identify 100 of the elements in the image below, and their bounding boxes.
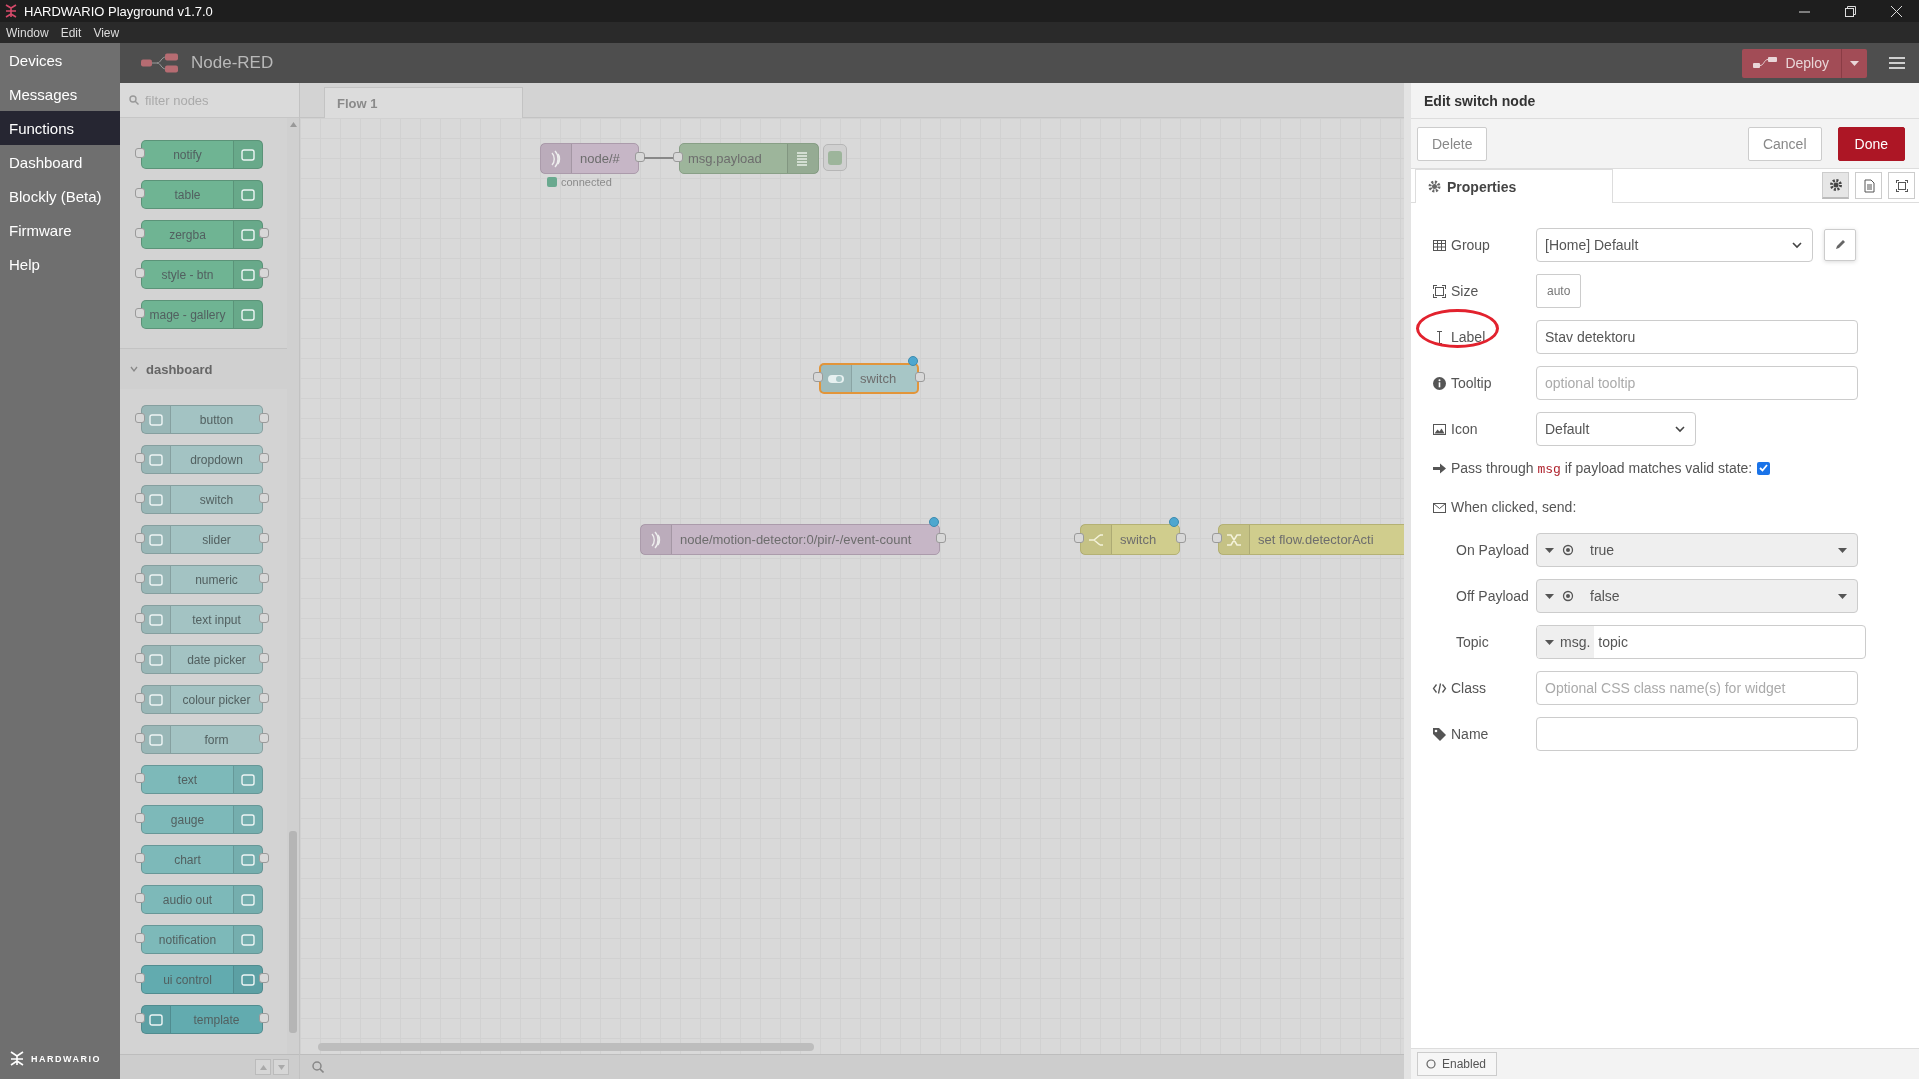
node-port[interactable] — [259, 533, 269, 543]
node-port[interactable] — [135, 853, 145, 863]
node-port[interactable] — [915, 372, 925, 382]
debug-toggle-button[interactable] — [823, 144, 847, 171]
palette-node[interactable]: date picker — [141, 645, 263, 674]
node-port[interactable] — [259, 1013, 269, 1023]
menu-item[interactable]: Window — [6, 25, 49, 40]
palette-node[interactable]: button — [141, 405, 263, 434]
palette-node[interactable]: zergba — [141, 220, 263, 249]
flow-tab[interactable]: Flow 1 — [324, 87, 523, 118]
close-icon[interactable] — [1890, 5, 1902, 17]
sidebar-item[interactable]: Dashboard — [0, 145, 120, 179]
node-port[interactable] — [135, 148, 145, 158]
collapse-button[interactable] — [255, 1059, 271, 1075]
flow-node[interactable]: msg.payload — [679, 143, 819, 174]
palette-node[interactable]: colour picker — [141, 685, 263, 714]
node-port[interactable] — [135, 733, 145, 743]
node-port[interactable] — [259, 228, 269, 238]
action-button[interactable]: Cancel — [1747, 126, 1822, 161]
node-port[interactable] — [135, 893, 145, 903]
node-port[interactable] — [135, 308, 145, 318]
node-port[interactable] — [1212, 533, 1222, 543]
node-port[interactable] — [936, 533, 946, 543]
node-port[interactable] — [135, 613, 145, 623]
select-field[interactable]: Default — [1536, 412, 1696, 446]
node-port[interactable] — [135, 453, 145, 463]
caret-icon[interactable] — [1545, 547, 1554, 553]
edit-button[interactable] — [1824, 229, 1856, 261]
node-port[interactable] — [135, 933, 145, 943]
node-port[interactable] — [135, 413, 145, 423]
palette-node[interactable]: text — [141, 765, 263, 794]
node-port[interactable] — [135, 693, 145, 703]
palette-node[interactable]: template — [141, 1005, 263, 1034]
sidebar-item[interactable]: Messages — [0, 77, 120, 111]
node-port[interactable] — [813, 372, 823, 382]
search-icon[interactable] — [312, 1061, 324, 1073]
palette-node[interactable]: text input — [141, 605, 263, 634]
node-port[interactable] — [1074, 533, 1084, 543]
expand-button[interactable] — [273, 1059, 289, 1075]
payload-select[interactable]: false — [1536, 579, 1858, 613]
caret-icon[interactable] — [1545, 593, 1554, 599]
palette-node[interactable]: numeric — [141, 565, 263, 594]
node-port[interactable] — [135, 973, 145, 983]
action-button[interactable]: Delete — [1417, 126, 1488, 161]
node-port[interactable] — [135, 268, 145, 278]
properties-tab[interactable]: Properties — [1415, 169, 1613, 203]
palette-node[interactable]: gauge — [141, 805, 263, 834]
palette-node[interactable]: dropdown — [141, 445, 263, 474]
text-field[interactable] — [1536, 717, 1858, 751]
node-port[interactable] — [259, 693, 269, 703]
size-button[interactable]: auto — [1536, 274, 1582, 308]
palette-node[interactable]: form — [141, 725, 263, 754]
node-port[interactable] — [673, 152, 683, 162]
payload-select[interactable]: true — [1536, 533, 1858, 567]
topic-field[interactable]: msg. topic — [1536, 625, 1866, 659]
node-port[interactable] — [135, 773, 145, 783]
node-port[interactable] — [135, 228, 145, 238]
node-port[interactable] — [259, 733, 269, 743]
text-field[interactable]: Stav detektoru — [1536, 320, 1858, 354]
node-port[interactable] — [259, 453, 269, 463]
node-port[interactable] — [635, 152, 645, 162]
sidebar-item[interactable]: Help — [0, 247, 120, 281]
node-port[interactable] — [135, 1013, 145, 1023]
menu-item[interactable]: Edit — [60, 25, 82, 40]
node-port[interactable] — [259, 653, 269, 663]
node-port[interactable] — [259, 613, 269, 623]
node-port[interactable] — [135, 653, 145, 663]
sidebar-item[interactable]: Firmware — [0, 213, 120, 247]
restore-icon[interactable] — [1844, 5, 1856, 17]
deploy-button[interactable]: Deploy — [1742, 48, 1867, 78]
checkbox[interactable] — [1757, 461, 1771, 475]
done-button[interactable]: Done — [1837, 126, 1905, 161]
palette-node[interactable]: style - btn — [141, 260, 263, 289]
node-port[interactable] — [259, 973, 269, 983]
icon-tab[interactable] — [1822, 172, 1849, 199]
flow-node[interactable]: node/# — [540, 143, 639, 174]
text-field[interactable]: optional tooltip — [1536, 366, 1858, 400]
node-port[interactable] — [135, 493, 145, 503]
flow-node[interactable]: set flow.detectorActi — [1218, 524, 1404, 555]
scrollbar-thumb[interactable] — [289, 831, 297, 1033]
palette-node[interactable]: audio out — [141, 885, 263, 914]
sidebar-item[interactable]: Blockly (Beta) — [0, 179, 120, 213]
text-field[interactable]: Optional CSS class name(s) for widget — [1536, 671, 1858, 705]
icon-tab[interactable] — [1888, 172, 1915, 199]
node-port[interactable] — [259, 573, 269, 583]
node-port[interactable] — [259, 493, 269, 503]
node-port[interactable] — [259, 268, 269, 278]
sidebar-item[interactable]: Functions — [0, 111, 120, 145]
palette-node[interactable]: notification — [141, 925, 263, 954]
caret-icon[interactable] — [1850, 60, 1859, 66]
flow-node[interactable]: switch — [1080, 524, 1180, 555]
palette-node[interactable]: ui control — [141, 965, 263, 994]
palette-node[interactable]: switch — [141, 485, 263, 514]
sidebar-item[interactable]: Devices — [0, 43, 120, 77]
node-port[interactable] — [259, 853, 269, 863]
node-port[interactable] — [135, 813, 145, 823]
node-port[interactable] — [135, 188, 145, 198]
palette-node[interactable]: chart — [141, 845, 263, 874]
flow-node[interactable]: node/motion-detector:0/pir/-/event-count — [640, 524, 940, 555]
caret-icon[interactable] — [1545, 639, 1554, 645]
